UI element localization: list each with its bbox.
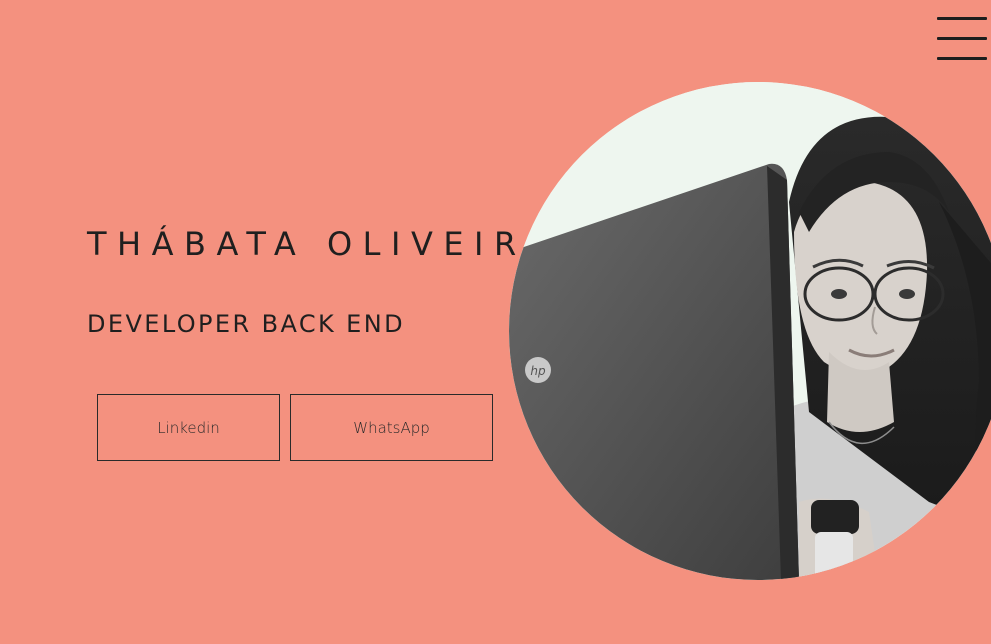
linkedin-button[interactable]: Linkedin [97,394,280,461]
menu-bar-top [937,17,987,20]
menu-bar-middle [937,37,987,40]
laptop-logo-icon: hp [530,364,546,378]
page: THÁBATA OLIVEIRA DEVELOPER BACK END Link… [0,0,991,644]
whatsapp-button[interactable]: WhatsApp [290,394,493,461]
hero-name: THÁBATA OLIVEIRA [87,225,558,263]
hero-role: DEVELOPER BACK END [87,310,405,338]
hamburger-menu-icon[interactable] [936,16,988,62]
menu-bar-bottom [937,57,987,60]
profile-photo: hp [509,82,991,580]
profile-photo-illustration: hp [509,82,991,580]
